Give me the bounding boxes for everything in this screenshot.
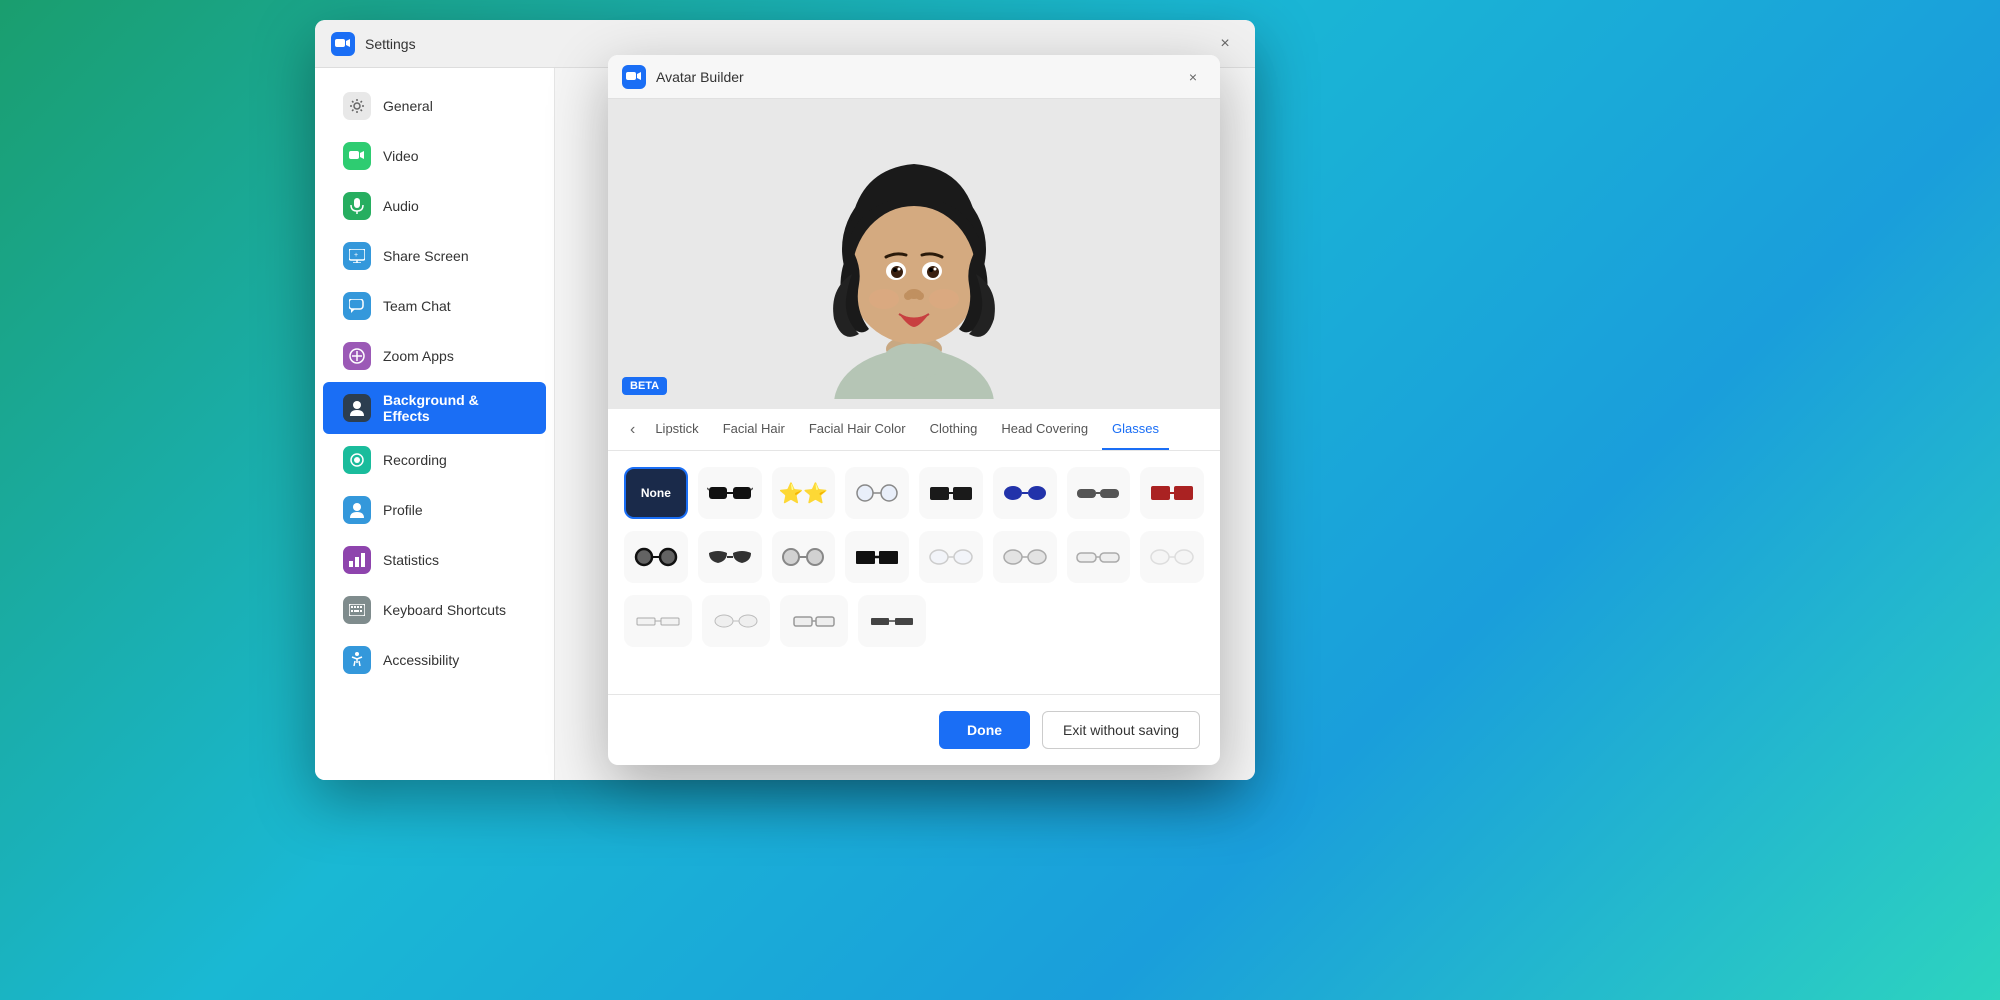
sidebar-item-statistics[interactable]: Statistics [323, 536, 546, 584]
sidebar-icon-recording [343, 446, 371, 474]
settings-window-title: Settings [365, 36, 1211, 52]
glasses-star[interactable]: ⭐⭐ [772, 467, 836, 519]
glasses-gray-oval[interactable] [993, 531, 1057, 583]
glasses-row-1: None ⭐⭐ [624, 467, 1204, 519]
sidebar-icon-keyboard [343, 596, 371, 624]
avatar-zoom-logo [622, 65, 646, 89]
glasses-thin-rect[interactable] [624, 595, 692, 647]
sidebar-icon-team-chat [343, 292, 371, 320]
glasses-dark-narrow[interactable] [1067, 467, 1131, 519]
sidebar-item-keyboard[interactable]: Keyboard Shortcuts [323, 586, 546, 634]
glasses-row-2 [624, 531, 1204, 583]
glasses-round-thin[interactable] [845, 467, 909, 519]
sidebar-icon-audio [343, 192, 371, 220]
sidebar-item-share-screen[interactable]: + Share Screen [323, 232, 546, 280]
sidebar-label-general: General [383, 98, 433, 114]
avatar-builder-title: Avatar Builder [656, 69, 1180, 85]
sidebar-item-profile[interactable]: Profile [323, 486, 546, 534]
tab-facial-hair-color[interactable]: Facial Hair Color [799, 409, 916, 450]
avatar-titlebar: Avatar Builder × [608, 55, 1220, 99]
sidebar-label-profile: Profile [383, 502, 423, 518]
sidebar-item-team-chat[interactable]: Team Chat [323, 282, 546, 330]
tab-facial-hair[interactable]: Facial Hair [713, 409, 795, 450]
sidebar-item-general[interactable]: General [323, 82, 546, 130]
sidebar-item-recording[interactable]: Recording [323, 436, 546, 484]
sidebar-icon-background [343, 394, 371, 422]
sidebar-icon-general [343, 92, 371, 120]
sidebar-label-audio: Audio [383, 198, 419, 214]
sidebar-icon-share-screen: + [343, 242, 371, 270]
customization-area: ‹ Lipstick Facial Hair Facial Hair Color… [608, 409, 1220, 694]
glasses-row-3 [624, 595, 1204, 647]
glasses-white-oval[interactable] [1140, 531, 1204, 583]
sidebar-label-video: Video [383, 148, 419, 164]
sidebar-label-accessibility: Accessibility [383, 652, 459, 668]
glasses-gray-thin[interactable] [702, 595, 770, 647]
avatar-preview-area: BETA [608, 99, 1220, 409]
settings-close-button[interactable]: × [1211, 30, 1239, 58]
avatar-footer: Done Exit without saving [608, 694, 1220, 765]
glasses-dark-wayfarer[interactable] [919, 467, 983, 519]
sidebar-item-video[interactable]: Video [323, 132, 546, 180]
tab-navigation: ‹ Lipstick Facial Hair Facial Hair Color… [608, 409, 1220, 451]
glasses-dark-thin[interactable] [858, 595, 926, 647]
exit-without-saving-button[interactable]: Exit without saving [1042, 711, 1200, 749]
sidebar-label-recording: Recording [383, 452, 447, 468]
glasses-black-rect[interactable] [845, 531, 909, 583]
settings-sidebar: General Video Audio + Share Screen Team Chat Z… [315, 68, 555, 780]
sidebar-icon-statistics [343, 546, 371, 574]
glasses-none[interactable]: None [624, 467, 688, 519]
sidebar-item-accessibility[interactable]: Accessibility [323, 636, 546, 684]
sidebar-item-background[interactable]: Background & Effects [323, 382, 546, 434]
glasses-none-label: None [641, 486, 671, 500]
glasses-dark-oval-blue[interactable] [993, 467, 1057, 519]
glasses-red-square[interactable] [1140, 467, 1204, 519]
avatar-close-button[interactable]: × [1180, 64, 1206, 90]
tab-lipstick[interactable]: Lipstick [645, 409, 708, 450]
glasses-dark-wrap[interactable] [698, 531, 762, 583]
glasses-dark-aviator[interactable] [698, 467, 762, 519]
avatar-figure [804, 109, 1024, 399]
sidebar-item-audio[interactable]: Audio [323, 182, 546, 230]
sidebar-label-team-chat: Team Chat [383, 298, 451, 314]
glasses-gray-rect2[interactable] [780, 595, 848, 647]
glasses-round-black[interactable] [624, 531, 688, 583]
sidebar-label-keyboard: Keyboard Shortcuts [383, 602, 506, 618]
sidebar-icon-zoom-apps [343, 342, 371, 370]
glasses-grid: None ⭐⭐ [608, 451, 1220, 694]
tab-head-covering[interactable]: Head Covering [991, 409, 1098, 450]
tab-glasses[interactable]: Glasses [1102, 409, 1169, 450]
tab-clothing[interactable]: Clothing [920, 409, 988, 450]
tab-nav-prev-button[interactable]: ‹ [624, 413, 641, 447]
avatar-builder-window: Avatar Builder × [608, 55, 1220, 765]
sidebar-label-zoom-apps: Zoom Apps [383, 348, 454, 364]
zoom-logo [331, 32, 355, 56]
glasses-light-oval[interactable] [919, 531, 983, 583]
done-button[interactable]: Done [939, 711, 1030, 749]
glasses-gray-narrow[interactable] [1067, 531, 1131, 583]
sidebar-label-statistics: Statistics [383, 552, 439, 568]
sidebar-label-background: Background & Effects [383, 392, 526, 424]
sidebar-icon-profile [343, 496, 371, 524]
glasses-gray-round[interactable] [772, 531, 836, 583]
sidebar-icon-video [343, 142, 371, 170]
sidebar-item-zoom-apps[interactable]: Zoom Apps [323, 332, 546, 380]
beta-badge: BETA [622, 377, 667, 395]
svg-text:+: + [354, 252, 358, 259]
sidebar-icon-accessibility [343, 646, 371, 674]
sidebar-label-share-screen: Share Screen [383, 248, 469, 264]
